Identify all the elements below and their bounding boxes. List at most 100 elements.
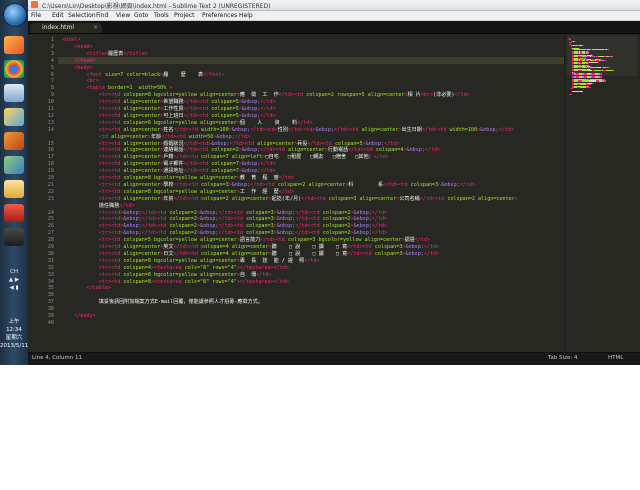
code-token: colspan=8 <box>123 278 151 285</box>
code-token: </td><td <box>218 209 247 216</box>
code-token: &nbsp; <box>241 161 261 168</box>
code-token: <tr><td <box>62 92 124 99</box>
line-number: 39 <box>47 313 54 319</box>
code-line[interactable]: <tr><td>&nbsp;</td><td colspan=2>&nbsp;<… <box>62 210 387 217</box>
code-token: </td> <box>260 112 276 119</box>
code-line[interactable]: <tr><td align=center>姓名</td><td width=10… <box>62 127 514 134</box>
code-token: 連絡電話 <box>163 147 184 154</box>
code-line[interactable]: <tr><td colspan=8 bgcolor=yellow align=c… <box>62 175 294 182</box>
code-line[interactable]: <br> <box>62 78 99 85</box>
code-line[interactable]: <tr><td align=center>學校</td><td colspan=… <box>62 182 475 189</box>
window-titlebar[interactable]: C:\Users\Lin\Desktop\影視\網頁\index.html - … <box>28 0 640 11</box>
code-token: 聽 □ 說 □ 讀 □ 寫 <box>271 250 348 257</box>
code-line[interactable]: <tr><td colspan=6 bgcolor=yellow align=c… <box>62 120 313 127</box>
code-token: <br> <box>62 78 99 85</box>
code-token: colspan=2 <box>322 209 351 216</box>
code-area[interactable]: <html> <head> <title>履歷表</title> </head>… <box>62 34 562 352</box>
menu-tools[interactable]: Tools <box>154 12 169 19</box>
code-token: 公司名稱 <box>399 195 420 202</box>
menu-edit[interactable]: Edit <box>52 12 64 19</box>
taskbar-clock[interactable]: 上午 12:34 星期六 2013/5/11 <box>0 318 28 350</box>
chrome-icon[interactable] <box>4 60 24 78</box>
code-token: </td> <box>384 140 400 147</box>
tray-language[interactable]: CH <box>2 268 26 276</box>
code-token: width=100 <box>449 126 478 133</box>
status-syntax[interactable]: HTML <box>608 355 623 361</box>
menu-preferences[interactable]: Preferences <box>202 12 237 19</box>
menu-view[interactable]: View <box>116 12 130 19</box>
code-token: colspan=4 <box>375 147 404 154</box>
code-token: <tr><td> <box>62 209 124 216</box>
code-line[interactable]: <head> <box>62 44 92 51</box>
firefox-icon[interactable] <box>4 36 24 54</box>
code-token: </td> <box>278 188 295 195</box>
code-token: ><textarea <box>150 264 185 271</box>
code-token: </td><td> <box>287 126 316 133</box>
menu-goto[interactable]: Goto <box>134 12 148 19</box>
minimap-stroke <box>571 91 584 93</box>
code-line[interactable]: <tr><td align=center>希望職務</td><td colspa… <box>62 99 276 106</box>
code-token: colspan=5 <box>211 99 239 106</box>
code-token: </td><td <box>141 223 170 230</box>
menu-selection[interactable]: Selection <box>68 12 96 19</box>
code-line[interactable]: </head> <box>62 58 95 65</box>
menu-file[interactable]: File <box>31 12 41 19</box>
code-line[interactable]: <tr><td align=center>年資</td><td colspan=… <box>62 196 518 203</box>
code-line[interactable]: <html> <box>62 37 80 44</box>
code-token: </td><td <box>260 147 288 154</box>
code-line[interactable]: </table> <box>62 285 112 292</box>
menu-find[interactable]: Find <box>96 12 108 19</box>
code-line[interactable]: 擔任職務</td> <box>62 203 135 210</box>
code-line[interactable]: <title>履歷表</title> <box>62 51 148 58</box>
code-editor[interactable]: 1 2 3 4 5 6 7 8 9 10 11 12 13 14 15 16 17 18 19 20 21 22 23 24 2… <box>28 34 564 352</box>
minimap-stroke <box>591 82 594 84</box>
code-token: align=center <box>123 161 161 168</box>
code-line[interactable]: <tr><td align=center>工作性質</td><td colspa… <box>62 106 276 113</box>
code-token: </td><td <box>421 126 450 133</box>
minimap-stroke <box>588 61 598 63</box>
code-line[interactable]: <tr><td colspan=5 bgcolor=yellow align=c… <box>62 237 430 244</box>
code-line[interactable]: <body> <box>62 65 92 72</box>
tab-close-icon[interactable]: × <box>93 24 98 31</box>
folder-icon[interactable] <box>4 180 24 198</box>
code-line[interactable]: <tr><td colspan=8 bgcolor=yellow align=c… <box>62 272 272 279</box>
status-tab-size[interactable]: Tab Size: 4 <box>548 355 577 361</box>
start-orb-icon[interactable] <box>3 3 27 27</box>
code-line[interactable]: 填妥後請回附加檔案方式E-mail回覆，僅能讓參照人才招募-應徵方式。 <box>62 299 263 306</box>
code-token: &nbsp; <box>441 181 460 188</box>
code-line[interactable]: <tr><td align=center>日文</td><td colspan=… <box>62 251 439 258</box>
sublime-text-icon[interactable] <box>4 228 24 246</box>
code-line[interactable]: <tr><td colspan=4><textarea cols="8" row… <box>62 265 289 272</box>
minimap-stroke <box>570 88 574 90</box>
network-icon[interactable] <box>4 156 24 174</box>
code-line[interactable]: <tr><td>&nbsp;</td><td colspan=2>&nbsp;<… <box>62 223 387 230</box>
photos-icon[interactable] <box>4 108 24 126</box>
code-line[interactable]: <td align=center>年齡</td><td width=50>&nb… <box>62 134 250 141</box>
code-line[interactable]: <tr><td colspan=8 bgcolor=yellow align=c… <box>62 189 294 196</box>
media-player-icon[interactable] <box>4 132 24 150</box>
tray-arrows[interactable]: ▲ ▶ <box>2 276 26 284</box>
code-line[interactable]: <tr><td align=center>可上班日</td><td colspa… <box>62 113 276 120</box>
code-line[interactable]: <font size=7 color=black>履 歷 表</font> <box>62 72 225 79</box>
menu-help[interactable]: Help <box>239 12 253 19</box>
code-token: &nbsp; <box>405 250 424 257</box>
code-token: <tr><td <box>62 168 124 175</box>
code-token: </td> <box>424 147 441 154</box>
tab-index-html[interactable]: index.html × <box>30 23 102 33</box>
code-line[interactable]: <tr><td colspan=8><textarea cols="8" row… <box>62 279 289 286</box>
tray-volume[interactable]: ◀ ▮ <box>2 284 26 292</box>
code-token: align=center <box>361 126 399 133</box>
code-token: </td><td <box>173 126 202 133</box>
notepad-icon[interactable] <box>4 84 24 102</box>
code-line[interactable]: <tr><td colspan=8 bgcolor=yellow align=c… <box>62 258 320 265</box>
line-number: 35 <box>47 285 54 292</box>
code-line[interactable]: <tr><td align=center>通訊地址</td><td colspa… <box>62 168 276 175</box>
code-token: </td><td <box>278 92 307 99</box>
pdf-reader-icon[interactable] <box>4 204 24 222</box>
minimap[interactable] <box>564 34 640 352</box>
code-line[interactable]: <tr><td align=center>英文</td><td colspan=… <box>62 244 439 251</box>
menu-project[interactable]: Project <box>174 12 195 19</box>
code-line[interactable]: </body> <box>62 313 95 320</box>
code-line[interactable]: <tr><td>&nbsp;</td><td colspan=2>&nbsp;<… <box>62 216 387 223</box>
